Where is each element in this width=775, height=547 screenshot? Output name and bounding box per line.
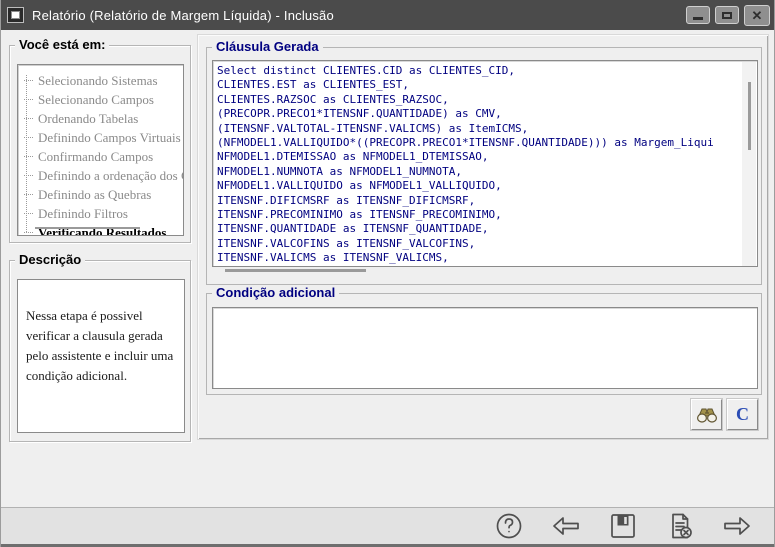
description-group-title: Descrição bbox=[15, 252, 85, 268]
steps-group-title: Você está em: bbox=[15, 37, 109, 53]
titlebar: Relatório (Relatório de Margem Líquida) … bbox=[1, 0, 775, 30]
sql-vertical-scrollbar[interactable] bbox=[742, 62, 756, 267]
generated-clause-groupbox: Cláusula Gerada Select distinct CLIENTES… bbox=[206, 47, 762, 285]
tree-twig-icon bbox=[24, 175, 33, 176]
step-item[interactable]: Definindo Filtros bbox=[18, 204, 183, 223]
step-item[interactable]: Definindo a ordenação dos Can bbox=[18, 166, 183, 185]
steps-listbox[interactable]: Selecionando Sistemas Selecionando Campo… bbox=[17, 64, 184, 236]
save-button[interactable] bbox=[608, 511, 638, 541]
wizard-toolbar bbox=[1, 507, 775, 547]
tree-twig-icon bbox=[24, 80, 33, 81]
forward-arrow-icon bbox=[722, 511, 752, 541]
help-icon bbox=[494, 511, 524, 541]
sql-clause-textarea[interactable]: Select distinct CLIENTES.CID as CLIENTES… bbox=[212, 60, 758, 267]
tree-twig-icon bbox=[24, 194, 33, 195]
tree-twig-icon bbox=[24, 156, 33, 157]
document-delete-icon bbox=[665, 511, 695, 541]
results-panel: Cláusula Gerada Select distinct CLIENTES… bbox=[197, 34, 769, 440]
step-item[interactable]: Confirmando Campos bbox=[18, 147, 183, 166]
discard-button[interactable] bbox=[665, 511, 695, 541]
maximize-icon bbox=[722, 12, 732, 19]
verify-clause-button[interactable] bbox=[691, 399, 722, 430]
window-title: Relatório (Relatório de Margem Líquida) … bbox=[32, 8, 334, 23]
tree-twig-icon bbox=[24, 232, 33, 233]
step-item[interactable]: Ordenando Tabelas bbox=[18, 109, 183, 128]
step-item[interactable]: Definindo as Quebras bbox=[18, 185, 183, 204]
forward-button[interactable] bbox=[722, 511, 752, 541]
minimize-icon bbox=[693, 17, 703, 20]
additional-condition-textarea[interactable] bbox=[212, 307, 758, 389]
minimize-button[interactable] bbox=[686, 6, 710, 24]
sql-vertical-scrollbar-thumb[interactable] bbox=[748, 82, 751, 150]
sql-horizontal-scrollbar[interactable] bbox=[225, 269, 366, 272]
c-button[interactable]: C bbox=[727, 399, 758, 430]
back-arrow-icon bbox=[551, 511, 581, 541]
description-text: Nessa etapa é possivel verificar a claus… bbox=[17, 279, 185, 433]
steps-horizontal-scrollbar[interactable] bbox=[35, 227, 140, 229]
back-button[interactable] bbox=[551, 511, 581, 541]
tree-twig-icon bbox=[24, 137, 33, 138]
maximize-button[interactable] bbox=[715, 6, 739, 24]
report-wizard-window: Relatório (Relatório de Margem Líquida) … bbox=[0, 0, 775, 547]
close-button[interactable]: ✕ bbox=[744, 5, 770, 26]
step-item[interactable]: Definindo Campos Virtuais bbox=[18, 128, 183, 147]
steps-groupbox: Você está em: Selecionando Sistemas Sele… bbox=[9, 45, 191, 243]
tree-twig-icon bbox=[24, 99, 33, 100]
app-window-icon bbox=[7, 7, 24, 23]
c-button-label: C bbox=[736, 404, 749, 425]
additional-condition-groupbox: Condição adicional bbox=[206, 293, 762, 395]
close-icon: ✕ bbox=[752, 9, 763, 22]
step-item[interactable]: Selecionando Sistemas bbox=[18, 71, 183, 90]
tree-twig-icon bbox=[24, 213, 33, 214]
sql-clause-text: Select distinct CLIENTES.CID as CLIENTES… bbox=[213, 61, 757, 266]
help-button[interactable] bbox=[494, 511, 524, 541]
tree-twig-icon bbox=[24, 118, 33, 119]
step-item-current[interactable]: Verificando Resultados bbox=[18, 223, 183, 236]
binoculars-icon bbox=[696, 406, 718, 424]
generated-clause-title: Cláusula Gerada bbox=[212, 39, 323, 55]
step-item[interactable]: Selecionando Campos bbox=[18, 90, 183, 109]
description-groupbox: Descrição Nessa etapa é possivel verific… bbox=[9, 260, 191, 442]
save-icon bbox=[608, 511, 638, 541]
additional-condition-title: Condição adicional bbox=[212, 285, 339, 301]
